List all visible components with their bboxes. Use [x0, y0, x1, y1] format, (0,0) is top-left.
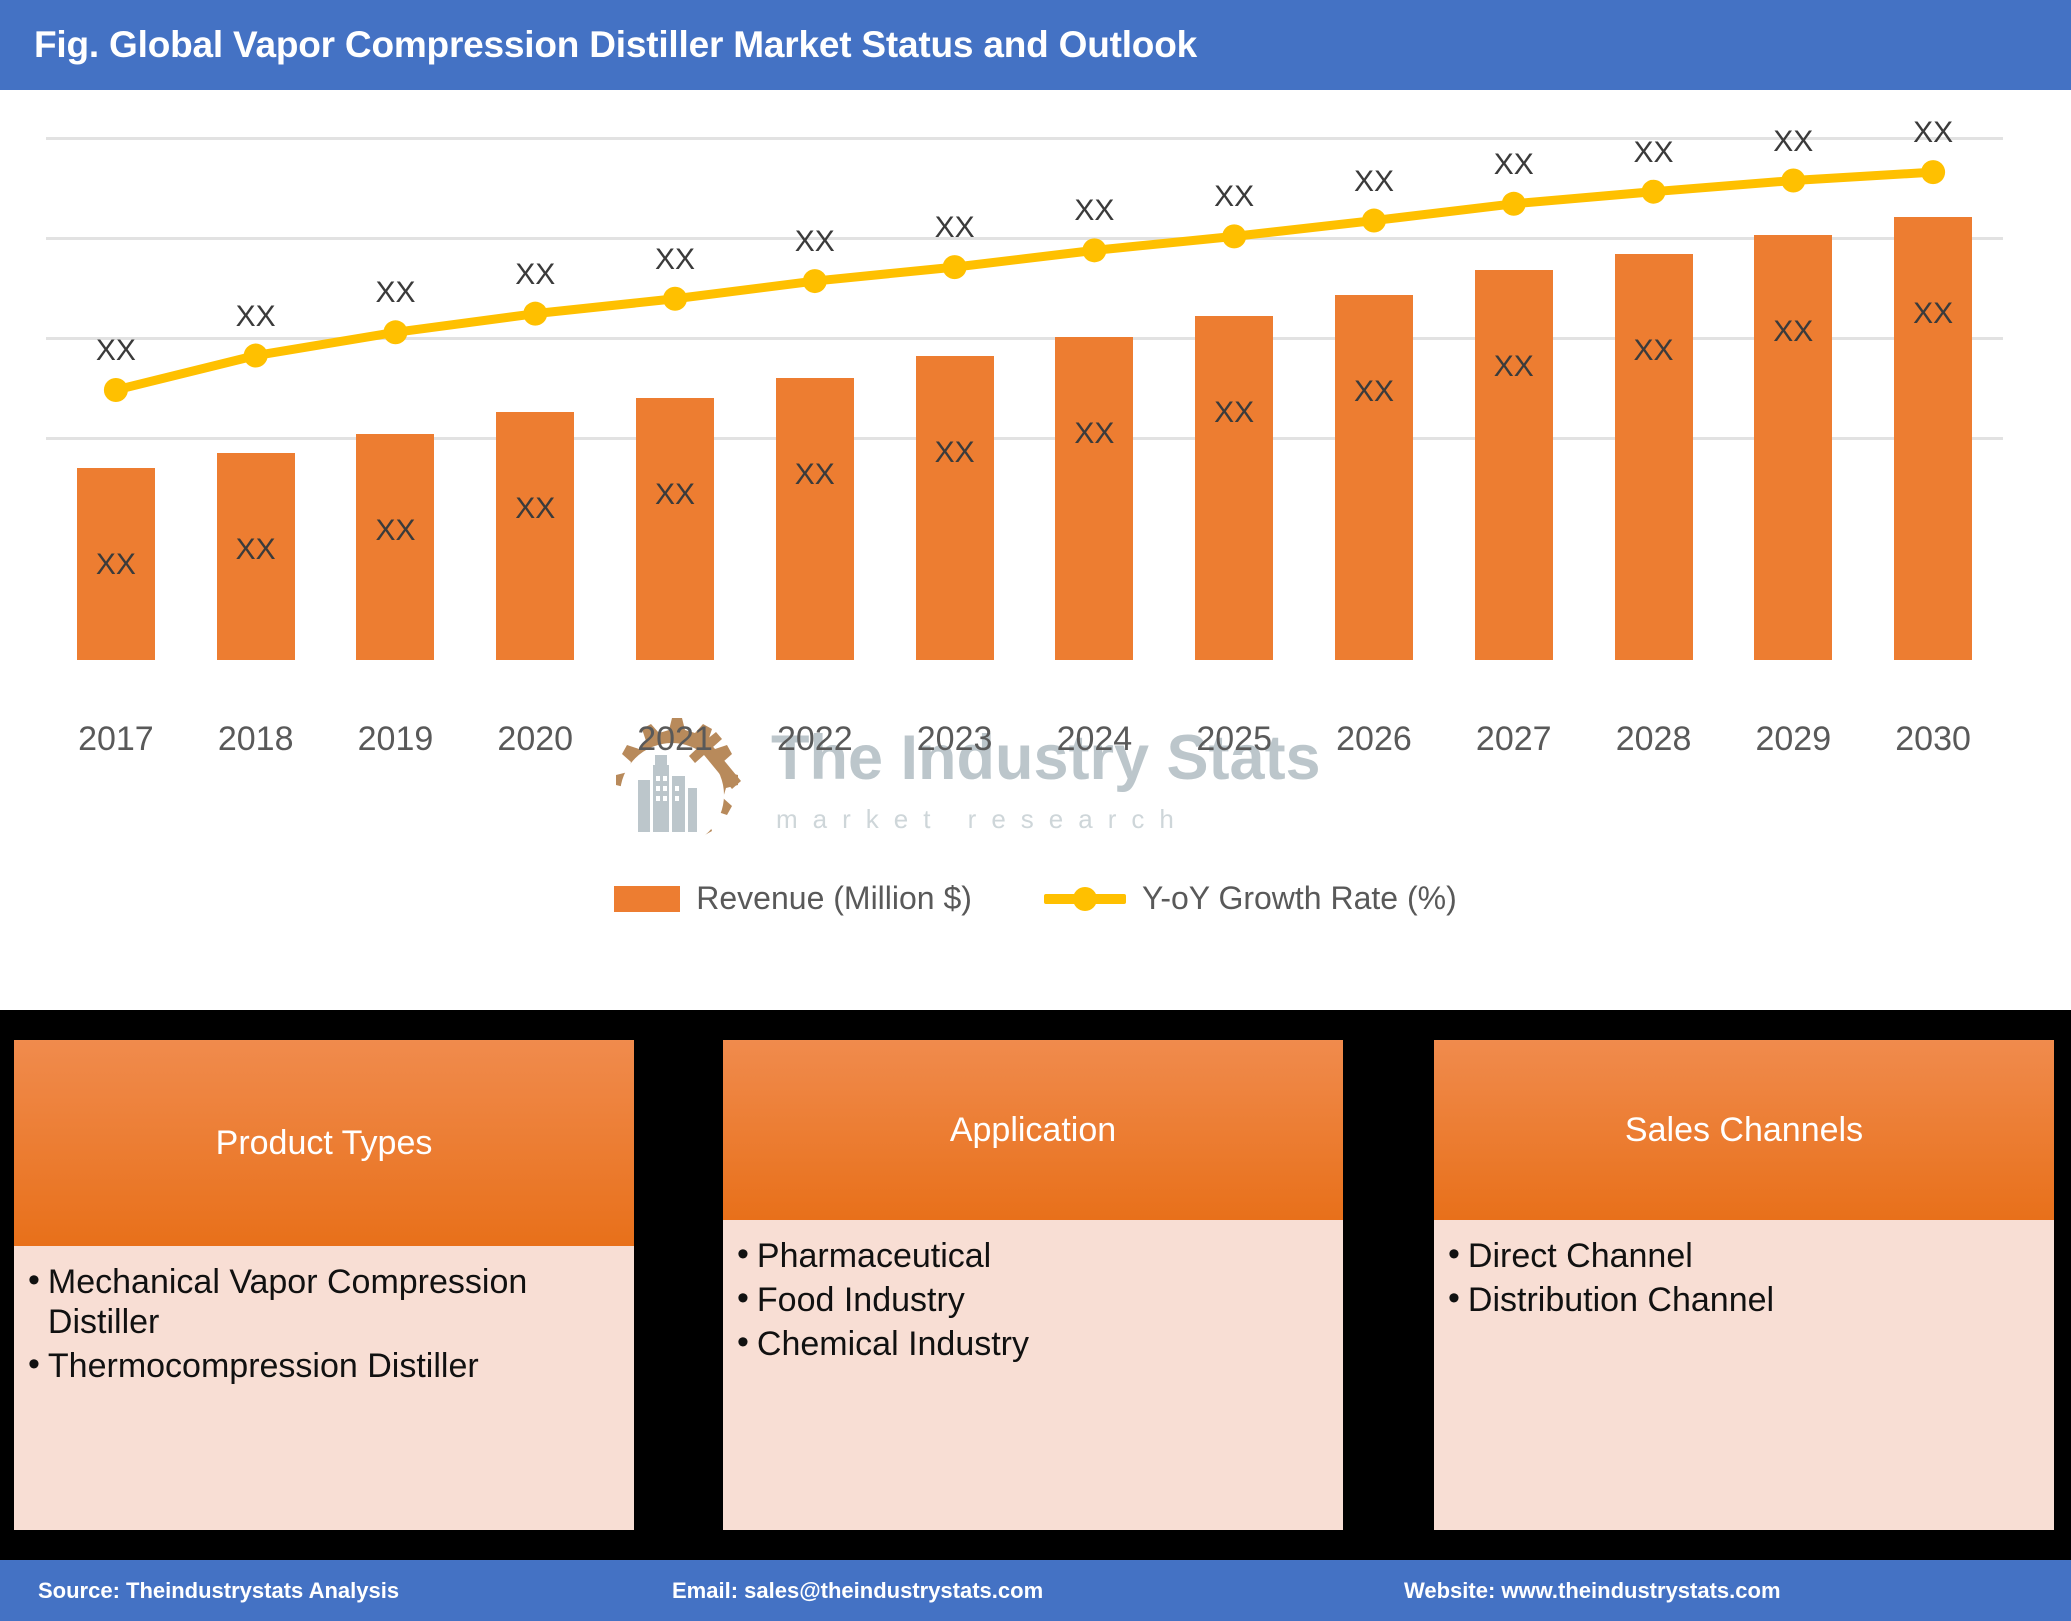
- bar-value-label: XX: [1493, 349, 1534, 383]
- info-bullet-label: Thermocompression Distiller: [47, 1347, 479, 1386]
- line-value-label: XX: [1913, 116, 1954, 150]
- bar-value-label: XX: [235, 533, 276, 567]
- legend-item-revenue[interactable]: Revenue (Million $): [614, 880, 972, 917]
- bar-value-label: XX: [1913, 296, 1954, 330]
- x-axis: 2017 2018 2019 2020 2021 2022 2023 2024 2025 2026…: [46, 720, 2003, 770]
- bullet-icon: •: [1448, 1279, 1460, 1318]
- legend-label-growth-rate: Y-oY Growth Rate (%): [1141, 880, 1457, 916]
- x-axis-label: 2030: [1895, 720, 1971, 758]
- line-value-label: XX: [235, 299, 276, 333]
- info-box-title: Application: [949, 1110, 1117, 1149]
- info-box-body: • Mechanical Vapor Compression Distiller •…: [14, 1246, 634, 1530]
- bullet-icon: •: [28, 1345, 40, 1384]
- bullet-icon: •: [737, 1323, 749, 1362]
- info-box-sales-channels: Sales Channels • Direct Channel • Distribut…: [1434, 1040, 2054, 1530]
- plot-area: The Industry Stats market research XX XX X…: [46, 116, 2003, 847]
- bar-value-label: XX: [375, 513, 416, 547]
- bar-value-label: XX: [1633, 334, 1674, 368]
- x-axis-label: 2027: [1475, 720, 1552, 758]
- bar-value-label: XX: [794, 457, 835, 491]
- x-axis-label: 2017: [78, 720, 154, 758]
- line-value-label: XX: [794, 225, 835, 259]
- x-axis-label: 2019: [357, 720, 434, 758]
- x-axis-label: 2029: [1755, 720, 1832, 758]
- legend-label-revenue: Revenue (Million $): [696, 880, 972, 916]
- info-box-product-types: Product Types • Mechanical Vapor Compress…: [14, 1040, 634, 1530]
- x-axis-label: 2022: [776, 720, 853, 758]
- bullet-icon: •: [737, 1235, 749, 1273]
- x-axis-label: 2028: [1615, 720, 1692, 758]
- line-value-label: XX: [1214, 180, 1255, 214]
- legend-item-growth-rate[interactable]: Y-oY Growth Rate (%): [1043, 880, 1457, 917]
- line-value-label: XX: [1353, 164, 1394, 198]
- bar-value-label: XX: [655, 478, 696, 512]
- line-value-label: XX: [515, 257, 556, 291]
- info-bullet: • Distribution Channel: [1448, 1279, 2040, 1320]
- footer-website[interactable]: Website: www.theindustrystats.com: [1404, 1578, 1781, 1604]
- info-band: Product Types • Mechanical Vapor Compress…: [0, 1010, 2071, 1560]
- info-bullet: • Pharmaceutical: [737, 1235, 1329, 1276]
- x-axis-label: 2024: [1056, 720, 1133, 758]
- line-value-label: XX: [95, 334, 136, 367]
- x-axis-label: 2020: [497, 720, 574, 758]
- title-bar: Fig. Global Vapor Compression Distiller …: [0, 0, 2071, 90]
- data-labels: XX XX XX XX XX XX XX XX XX XX XX XX XX XX XX XX XX XX XX XX…: [46, 116, 2003, 660]
- x-axis-label: 2023: [916, 720, 993, 758]
- line-value-label: XX: [1493, 147, 1534, 181]
- x-axis-label: 2026: [1336, 720, 1412, 758]
- line-value-label: XX: [1074, 194, 1115, 228]
- line-value-label: XX: [934, 211, 975, 245]
- page-title: Fig. Global Vapor Compression Distiller …: [34, 24, 1197, 65]
- chart-legend: Revenue (Million $) Y-oY Growth Rate (%): [0, 880, 2071, 917]
- x-axis-label: 2018: [217, 720, 294, 758]
- line-value-label: XX: [1773, 124, 1814, 158]
- info-bullet-label: Chemical Industry: [756, 1325, 1030, 1364]
- bar-value-label: XX: [1214, 395, 1255, 429]
- line-value-label: XX: [1633, 135, 1674, 169]
- info-bullet-label: Distribution Channel: [1467, 1281, 1775, 1320]
- info-box-header: Product Types: [14, 1040, 634, 1246]
- bullet-icon: •: [737, 1279, 749, 1318]
- info-bullet-label: Mechanical Vapor Compression Distiller: [47, 1263, 528, 1342]
- line-value-label: XX: [375, 276, 416, 310]
- info-box-title: Sales Channels: [1624, 1110, 1864, 1149]
- info-box-body: • Direct Channel • Distribution Channel: [1434, 1220, 2054, 1530]
- bar-value-label: XX: [934, 435, 975, 469]
- info-bullet: • Food Industry: [737, 1279, 1329, 1320]
- info-bullet: • Mechanical Vapor Compression Distiller: [28, 1261, 620, 1342]
- info-bullet: • Chemical Industry: [737, 1323, 1329, 1364]
- info-box-header: Application: [723, 1040, 1343, 1220]
- info-bullet-label: Direct Channel: [1467, 1237, 1693, 1275]
- bar-value-label: XX: [515, 492, 556, 526]
- info-box-title: Product Types: [215, 1123, 433, 1162]
- legend-swatch-icon: [614, 885, 681, 912]
- line-value-label: XX: [655, 242, 696, 276]
- figure-root: Fig. Global Vapor Compression Distiller …: [0, 0, 2071, 1621]
- watermark-subtitle: market research: [776, 804, 1189, 834]
- info-box-body: • Pharmaceutical • Food Industry • Chemical I…: [723, 1220, 1343, 1530]
- info-box-header: Sales Channels: [1434, 1040, 2054, 1220]
- chart-panel: The Industry Stats market research XX XX X…: [0, 90, 2071, 1010]
- bullet-icon: •: [28, 1261, 40, 1299]
- footer-email[interactable]: Email: sales@theindustrystats.com: [672, 1578, 1043, 1604]
- info-bullet: • Thermocompression Distiller: [28, 1345, 620, 1386]
- info-bullet-label: Food Industry: [756, 1281, 965, 1320]
- bar-value-label: XX: [95, 548, 136, 582]
- legend-line-marker-icon: [1043, 893, 1126, 904]
- footer-source: Source: Theindustrystats Analysis: [38, 1577, 400, 1603]
- info-box-application: Application • Pharmaceutical • Food Industr…: [723, 1040, 1343, 1530]
- bar-value-label: XX: [1773, 314, 1814, 348]
- footer-bar: Source: Theindustrystats Analysis Email:…: [0, 1560, 2071, 1621]
- x-axis-label: 2025: [1196, 720, 1272, 758]
- bar-value-label: XX: [1074, 416, 1115, 450]
- x-axis-label: 2021: [637, 720, 713, 758]
- info-bullet-label: Pharmaceutical: [756, 1237, 992, 1275]
- info-bullet: • Direct Channel: [1448, 1235, 2040, 1276]
- bar-value-label: XX: [1353, 375, 1394, 409]
- bullet-icon: •: [1448, 1235, 1460, 1273]
